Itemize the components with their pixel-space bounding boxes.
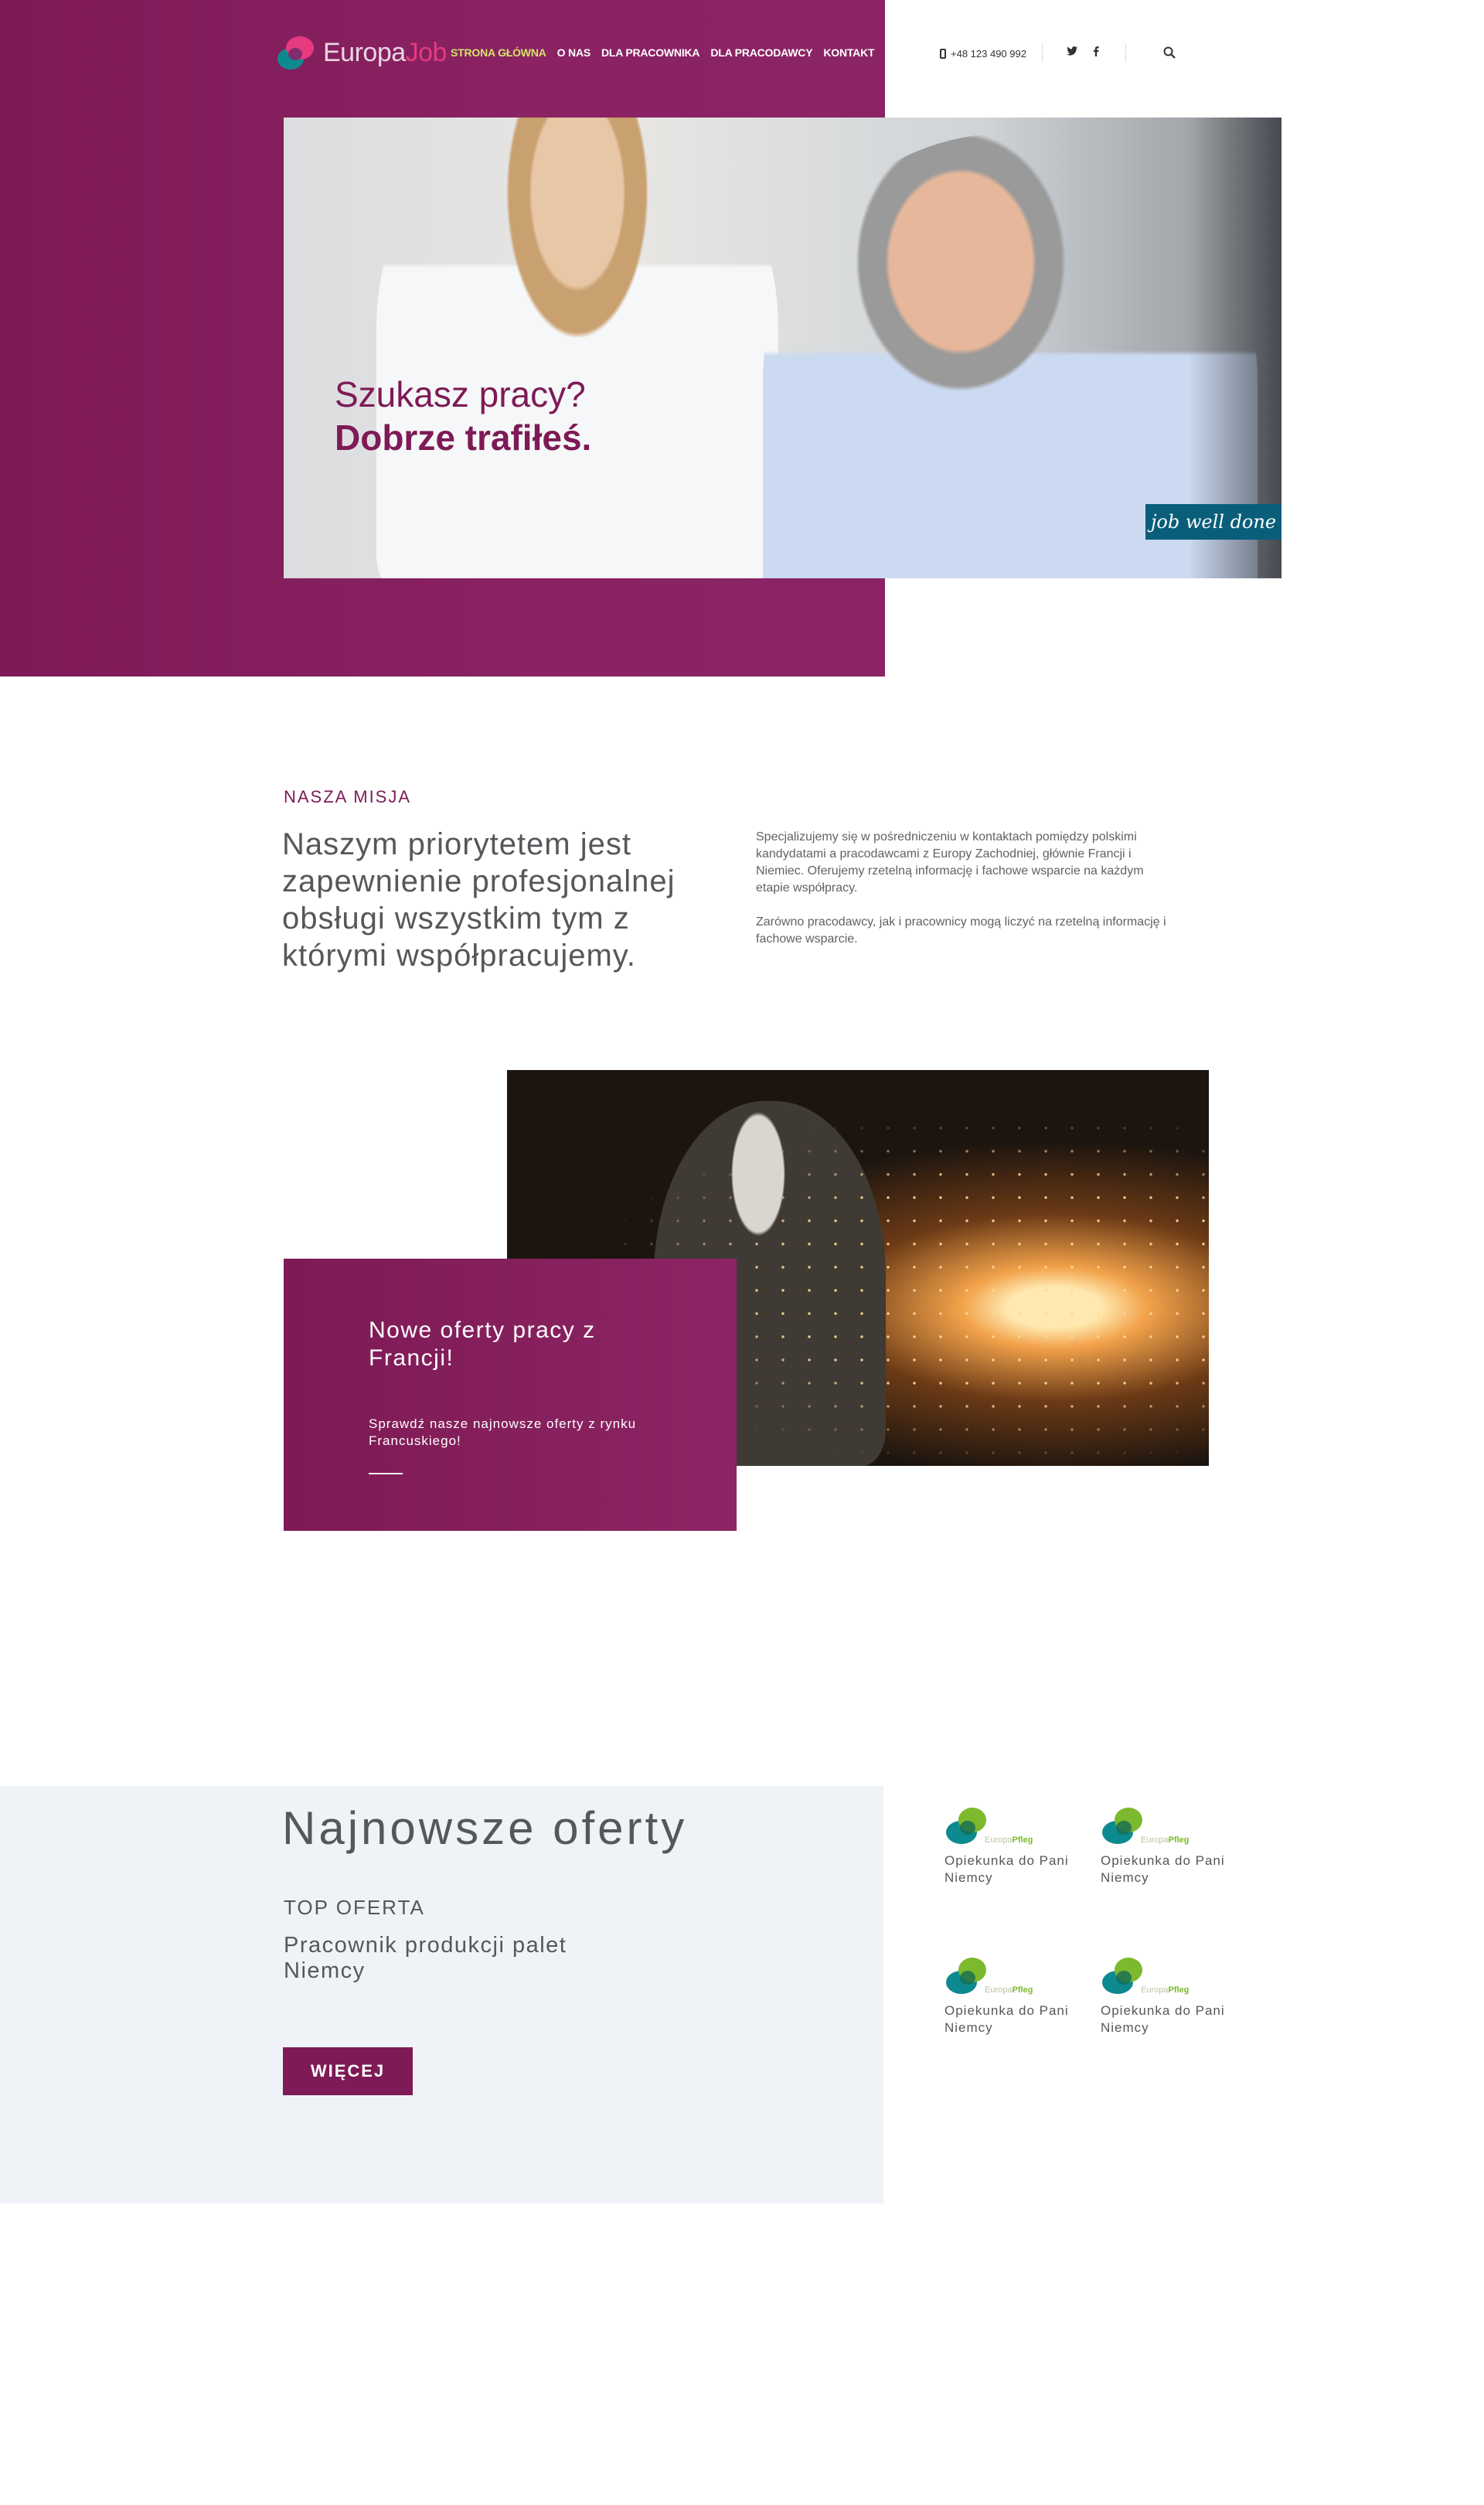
europapfleg-logo: EuropaPfleg	[1101, 1951, 1255, 1998]
search-icon[interactable]	[1163, 46, 1176, 59]
facebook-icon[interactable]	[1093, 46, 1099, 56]
logo-caption: EuropaPfleg	[985, 1985, 1033, 1995]
mission-paragraph: Specjalizujemy się w pośredniczeniu w ko…	[756, 830, 1144, 895]
job-well-done-badge: job well done	[1145, 504, 1281, 540]
france-offers-card[interactable]: Nowe oferty pracy z Francji! Sprawdź nas…	[284, 1259, 737, 1531]
promo-subtitle: Sprawdź nasze najnowsze oferty z rynku F…	[369, 1416, 637, 1448]
logo-mark-icon	[277, 36, 314, 70]
logo-caption: EuropaPfleg	[1141, 1835, 1190, 1845]
europapfleg-logo: EuropaPfleg	[945, 1951, 1099, 1998]
logo-caption: EuropaPfleg	[985, 1835, 1033, 1845]
job-offer-title: Opiekunka do Pani Niemcy	[945, 1853, 1069, 1885]
phone-contact[interactable]: +48 123 490 992	[940, 48, 1026, 60]
europapfleg-logo: EuropaPfleg	[1101, 1801, 1255, 1848]
top-offer-label: TOP OFERTA	[284, 1896, 425, 1919]
nav-item-contact[interactable]: KONTAKT	[823, 46, 874, 59]
main-nav: STRONA GŁÓWNA O NAS DLA PRACOWNIKA DLA P…	[451, 46, 875, 59]
hero-line-2: Dobrze trafiłeś.	[335, 418, 592, 458]
nav-item-about[interactable]: O NAS	[557, 46, 591, 59]
job-offer-card[interactable]: EuropaPfleg Opiekunka do Pani Niemcy	[1101, 1801, 1255, 1886]
nav-item-home[interactable]: STRONA GŁÓWNA	[451, 46, 546, 59]
mission-label: NASZA MISJA	[284, 787, 412, 806]
logo-text: EuropaJob	[323, 37, 447, 67]
hero-photo-nurse-senior	[284, 118, 1281, 578]
europajob-logo[interactable]: EuropaJob	[275, 31, 447, 74]
nav-item-for-employer[interactable]: DLA PRACODAWCY	[710, 46, 812, 59]
logo-caption: EuropaPfleg	[1141, 1985, 1190, 1995]
top-offer-job-title[interactable]: Pracownik produkcji palet Niemcy	[284, 1933, 639, 1984]
mission-paragraph: Zarówno pracodawcy, jak i pracownicy mog…	[756, 915, 1166, 946]
job-offer-card[interactable]: EuropaPfleg Opiekunka do Pani Niemcy	[945, 1801, 1099, 1886]
job-offer-title: Opiekunka do Pani Niemcy	[945, 2003, 1069, 2035]
job-offer-title: Opiekunka do Pani Niemcy	[1101, 1853, 1225, 1885]
phone-icon	[940, 49, 946, 59]
header-divider	[1042, 43, 1043, 62]
header-divider	[1125, 43, 1126, 62]
mission-text: Specjalizujemy się w pośredniczeniu w ko…	[756, 829, 1173, 948]
more-button[interactable]: WIĘCEJ	[283, 2047, 413, 2095]
hero-line-1: Szukasz pracy?	[335, 374, 586, 414]
job-offer-title: Opiekunka do Pani Niemcy	[1101, 2003, 1225, 2035]
social-links	[1067, 46, 1099, 56]
promo-title: Nowe oferty pracy z Francji!	[369, 1317, 596, 1371]
nav-item-for-worker[interactable]: DLA PRACOWNIKA	[601, 46, 700, 59]
job-offer-card[interactable]: EuropaPfleg Opiekunka do Pani Niemcy	[945, 1951, 1099, 2036]
job-offer-card[interactable]: EuropaPfleg Opiekunka do Pani Niemcy	[1101, 1951, 1255, 2036]
europapfleg-logo: EuropaPfleg	[945, 1801, 1099, 1848]
promo-divider	[369, 1473, 403, 1474]
phone-number: +48 123 490 992	[951, 48, 1026, 60]
hero-headline: Szukasz pracy? Dobrze trafiłeś.	[335, 373, 591, 459]
twitter-icon[interactable]	[1067, 46, 1077, 56]
mission-title: Naszym priorytetem jest zapewnienie prof…	[282, 827, 676, 973]
offers-title: Najnowsze oferty	[282, 1802, 688, 1854]
